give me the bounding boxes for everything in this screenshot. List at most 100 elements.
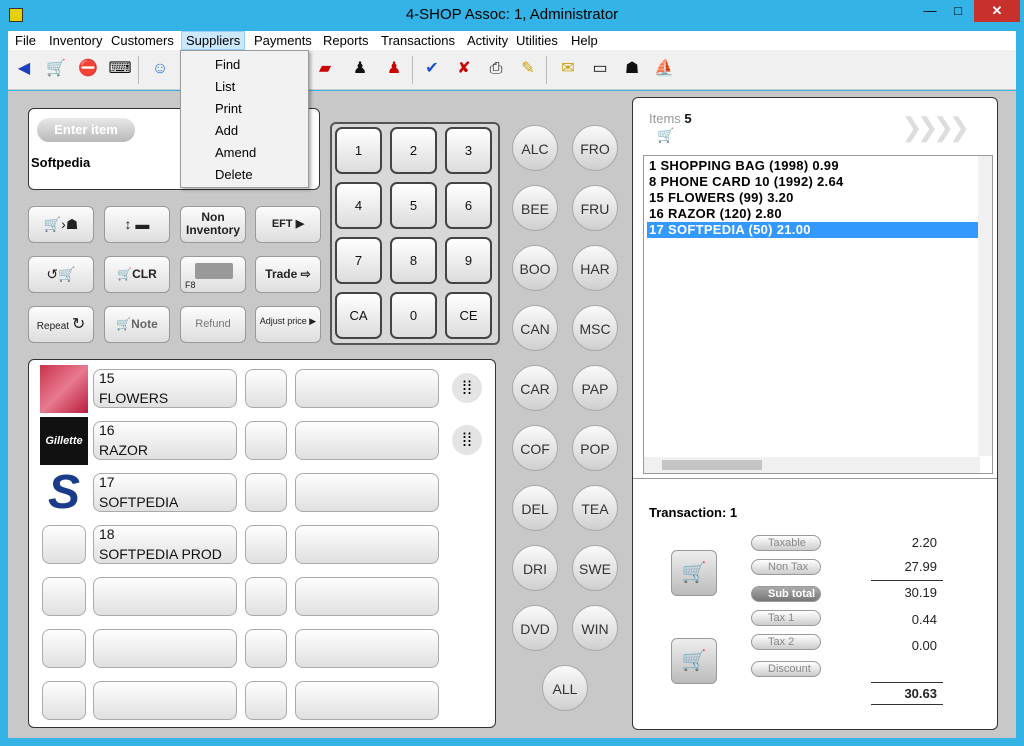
- printer-icon[interactable]: ⎙: [484, 57, 508, 81]
- category-msc[interactable]: MSC: [572, 305, 618, 351]
- product-extra-button[interactable]: [295, 525, 439, 564]
- next-cart-button[interactable]: 🛒: [671, 638, 717, 684]
- category-pop[interactable]: POP: [572, 425, 618, 471]
- flowers-image[interactable]: [40, 365, 88, 413]
- menu-suppliers[interactable]: Suppliers: [181, 31, 246, 50]
- category-tea[interactable]: TEA: [572, 485, 618, 531]
- key-6[interactable]: 6: [445, 182, 492, 229]
- empty-slot[interactable]: [295, 629, 439, 668]
- empty-slot[interactable]: [295, 681, 439, 720]
- list-item[interactable]: 16 RAZOR (120) 2.80: [647, 206, 979, 222]
- product-qty-button[interactable]: [245, 421, 287, 460]
- product-qty-button[interactable]: [245, 369, 287, 408]
- menu-customers[interactable]: Customers: [111, 33, 174, 48]
- empty-slot[interactable]: [245, 681, 287, 720]
- menu-transactions[interactable]: Transactions: [381, 33, 455, 48]
- product-extra-button[interactable]: [295, 421, 439, 460]
- return-button[interactable]: ↺🛒: [28, 256, 94, 293]
- check-icon[interactable]: ✔: [420, 57, 444, 81]
- non-tax-label[interactable]: Non Tax: [751, 559, 821, 575]
- supplier-icon[interactable]: ☺: [148, 57, 172, 81]
- category-har[interactable]: HAR: [572, 245, 618, 291]
- sold-icon[interactable]: ▭: [588, 57, 612, 81]
- category-dvd[interactable]: DVD: [512, 605, 558, 651]
- key-1[interactable]: 1: [335, 127, 382, 174]
- customer-button[interactable]: 🛒›☗: [28, 206, 94, 243]
- list-item[interactable]: 15 FLOWERS (99) 3.20: [647, 190, 979, 206]
- list-item-selected[interactable]: 17 SOFTPEDIA (50) 21.00: [647, 222, 979, 238]
- prev-cart-button[interactable]: 🛒: [671, 550, 717, 596]
- scale-button[interactable]: ↕ ▬: [104, 206, 170, 243]
- empty-slot[interactable]: [42, 681, 86, 720]
- empty-slot[interactable]: [295, 577, 439, 616]
- empty-slot[interactable]: [93, 577, 237, 616]
- adjust-price-button[interactable]: Adjust price ▶: [255, 306, 321, 343]
- note-icon[interactable]: ✎: [516, 57, 540, 81]
- item-input[interactable]: Softpedia: [31, 155, 90, 170]
- trade-button[interactable]: Trade ⇨: [255, 256, 321, 293]
- people-cancel-icon[interactable]: ♟: [382, 57, 406, 81]
- dropdown-list[interactable]: List: [215, 79, 235, 94]
- keypad-grid-icon[interactable]: ⁞⁞: [452, 425, 482, 455]
- vertical-scrollbar[interactable]: [978, 156, 992, 456]
- empty-slot[interactable]: [93, 629, 237, 668]
- horizontal-scrollbar[interactable]: [644, 457, 980, 473]
- category-boo[interactable]: BOO: [512, 245, 558, 291]
- category-pap[interactable]: PAP: [572, 365, 618, 411]
- list-item[interactable]: 1 SHOPPING BAG (1998) 0.99: [647, 158, 979, 174]
- empty-slot[interactable]: [42, 629, 86, 668]
- category-win[interactable]: WIN: [572, 605, 618, 651]
- keypad-grid-icon[interactable]: ⁞⁞: [452, 373, 482, 403]
- discount-label[interactable]: Discount: [751, 661, 821, 677]
- key-8[interactable]: 8: [390, 237, 437, 284]
- subtotal-label[interactable]: Sub total: [751, 586, 821, 602]
- close-button[interactable]: ✕: [974, 0, 1020, 22]
- maximize-button[interactable]: □: [944, 0, 972, 22]
- dropdown-find[interactable]: Find: [215, 57, 240, 72]
- menu-activity[interactable]: Activity: [467, 33, 508, 48]
- product-extra-button[interactable]: [295, 369, 439, 408]
- product-qty-button[interactable]: [245, 525, 287, 564]
- product-image-button[interactable]: [42, 525, 86, 564]
- product-qty-button[interactable]: [245, 473, 287, 512]
- category-dri[interactable]: DRI: [512, 545, 558, 591]
- key-ce[interactable]: CE: [445, 292, 492, 339]
- cancel-icon[interactable]: ✘: [452, 57, 476, 81]
- category-can[interactable]: CAN: [512, 305, 558, 351]
- people-icon[interactable]: ♟: [348, 57, 372, 81]
- category-car[interactable]: CAR: [512, 365, 558, 411]
- tax2-label[interactable]: Tax 2: [751, 634, 821, 650]
- repeat-button[interactable]: Repeat ↻: [28, 306, 94, 343]
- stop-icon[interactable]: ⛔: [76, 57, 100, 81]
- cash-drawer-button[interactable]: F8: [180, 256, 246, 293]
- back-icon[interactable]: ◀: [12, 57, 36, 81]
- menu-reports[interactable]: Reports: [323, 33, 369, 48]
- key-7[interactable]: 7: [335, 237, 382, 284]
- key-2[interactable]: 2: [390, 127, 437, 174]
- key-0[interactable]: 0: [390, 292, 437, 339]
- key-9[interactable]: 9: [445, 237, 492, 284]
- scrollbar-thumb[interactable]: [662, 460, 762, 470]
- menu-inventory[interactable]: Inventory: [49, 33, 102, 48]
- empty-slot[interactable]: [42, 577, 86, 616]
- category-all[interactable]: ALL: [542, 665, 588, 711]
- product-extra-button[interactable]: [295, 473, 439, 512]
- category-bee[interactable]: BEE: [512, 185, 558, 231]
- mail-icon[interactable]: ✉: [556, 57, 580, 81]
- empty-slot[interactable]: [245, 629, 287, 668]
- category-cof[interactable]: COF: [512, 425, 558, 471]
- minimize-button[interactable]: —: [916, 0, 944, 22]
- ship-icon[interactable]: ⛵: [652, 57, 676, 81]
- dropdown-print[interactable]: Print: [215, 101, 242, 116]
- eft-button[interactable]: EFT ▶: [255, 206, 321, 243]
- category-swe[interactable]: SWE: [572, 545, 618, 591]
- dropdown-delete[interactable]: Delete: [215, 167, 253, 182]
- key-5[interactable]: 5: [390, 182, 437, 229]
- non-inventory-button[interactable]: Non Inventory: [180, 206, 246, 243]
- key-4[interactable]: 4: [335, 182, 382, 229]
- dropdown-amend[interactable]: Amend: [215, 145, 256, 160]
- taxable-label[interactable]: Taxable: [751, 535, 821, 551]
- menu-payments[interactable]: Payments: [254, 33, 312, 48]
- key-3[interactable]: 3: [445, 127, 492, 174]
- category-fru[interactable]: FRU: [572, 185, 618, 231]
